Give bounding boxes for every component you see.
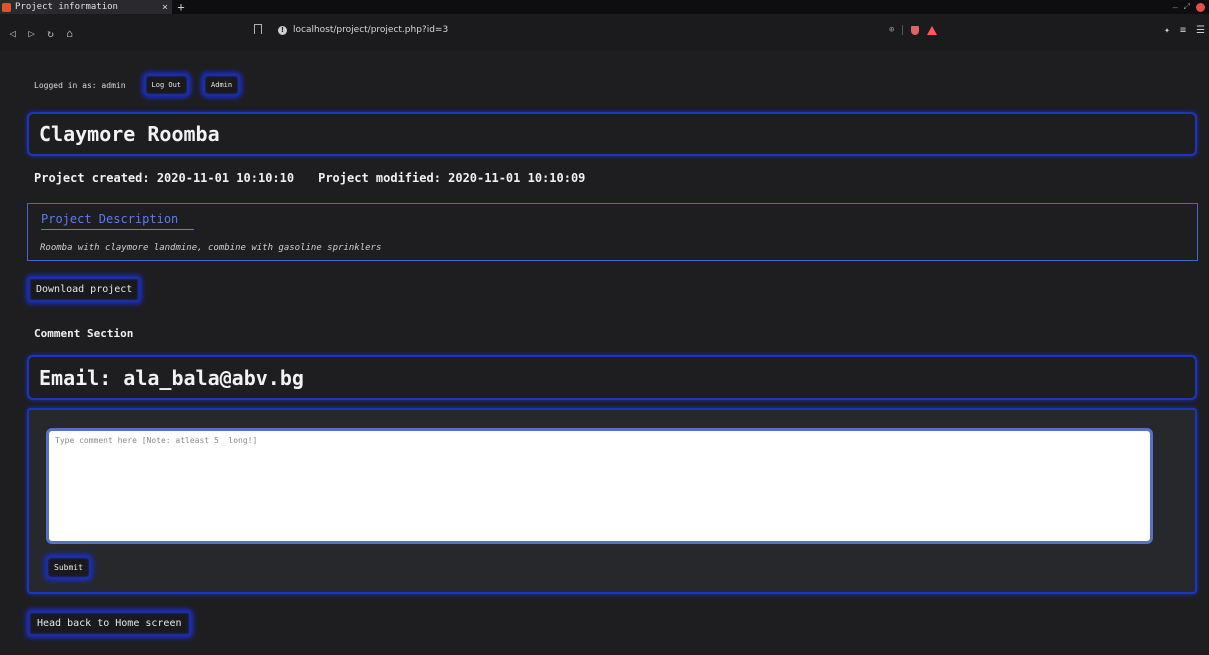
- description-text: Roomba with claymore landmine, combine w…: [40, 243, 382, 253]
- maximize-icon[interactable]: ⤢: [1184, 2, 1190, 12]
- email-box: Email: ala_bala@abv.bg: [27, 355, 1197, 400]
- extensions-icon[interactable]: ✦: [1164, 25, 1170, 36]
- tab-bar: Project information × + – ⤢: [0, 0, 1209, 14]
- address-bar[interactable]: ! localhost/project/project.php?id=3: [278, 25, 448, 35]
- tab-title: Project information: [15, 2, 118, 12]
- commenter-email: Email: ala_bala@abv.bg: [39, 365, 304, 390]
- rewards-icon[interactable]: [927, 25, 938, 35]
- browser-tab[interactable]: Project information ×: [0, 0, 172, 14]
- description-heading: Project Description: [41, 212, 194, 230]
- zoom-icon[interactable]: ⊕: [889, 25, 894, 35]
- project-modified: Project modified: 2020-11-01 10:10:09: [318, 171, 586, 185]
- project-description-box: Project Description Roomba with claymore…: [27, 203, 1198, 261]
- comment-section-heading: Comment Section: [34, 327, 134, 340]
- new-tab-button[interactable]: +: [172, 0, 190, 14]
- project-title: Claymore Roomba: [39, 122, 220, 146]
- nav-buttons: ◁ ▷ ↻ ⌂: [3, 27, 79, 40]
- divider: [902, 25, 904, 35]
- home-icon[interactable]: ⌂: [60, 27, 79, 40]
- forward-icon[interactable]: ▷: [22, 27, 41, 40]
- project-dates: Project created: 2020-11-01 10:10:10 Pro…: [34, 171, 609, 185]
- home-screen-button[interactable]: Head back to Home screen: [28, 611, 191, 636]
- close-window-icon[interactable]: [1196, 2, 1205, 12]
- back-icon[interactable]: ◁: [3, 27, 22, 40]
- logout-button[interactable]: Log Out: [143, 74, 190, 96]
- tab-close-icon[interactable]: ×: [158, 2, 172, 13]
- project-created: Project created: 2020-11-01 10:10:10: [34, 171, 295, 185]
- page-content: Logged in as: admin Log Out Admin Claymo…: [0, 50, 1209, 655]
- logged-in-text: Logged in as: admin: [34, 80, 126, 90]
- project-title-box: Claymore Roomba: [27, 112, 1197, 156]
- download-project-button[interactable]: Download project: [28, 277, 141, 302]
- comment-input[interactable]: [46, 428, 1153, 544]
- bookmark-icon[interactable]: [254, 24, 262, 34]
- url-text[interactable]: localhost/project/project.php?id=3: [293, 25, 448, 35]
- favicon-icon: [2, 2, 11, 12]
- minimize-icon[interactable]: –: [1173, 3, 1178, 12]
- menu-icon[interactable]: ☰: [1196, 25, 1205, 36]
- navigation-bar: ◁ ▷ ↻ ⌂ ! localhost/project/project.php?…: [0, 14, 1209, 50]
- toolbar-right: ✦ ≡ ☰: [1164, 25, 1205, 36]
- shield-icon[interactable]: [911, 25, 920, 35]
- admin-button[interactable]: Admin: [203, 74, 241, 96]
- reading-list-icon[interactable]: ≡: [1180, 25, 1186, 36]
- reload-icon[interactable]: ↻: [41, 27, 60, 40]
- submit-button[interactable]: Submit: [46, 556, 91, 579]
- window-controls: – ⤢: [1173, 0, 1205, 14]
- login-bar: Logged in as: admin Log Out Admin: [34, 74, 254, 96]
- address-tools: ⊕: [889, 25, 938, 35]
- comment-form: Submit: [27, 408, 1197, 594]
- site-info-icon[interactable]: !: [278, 25, 287, 35]
